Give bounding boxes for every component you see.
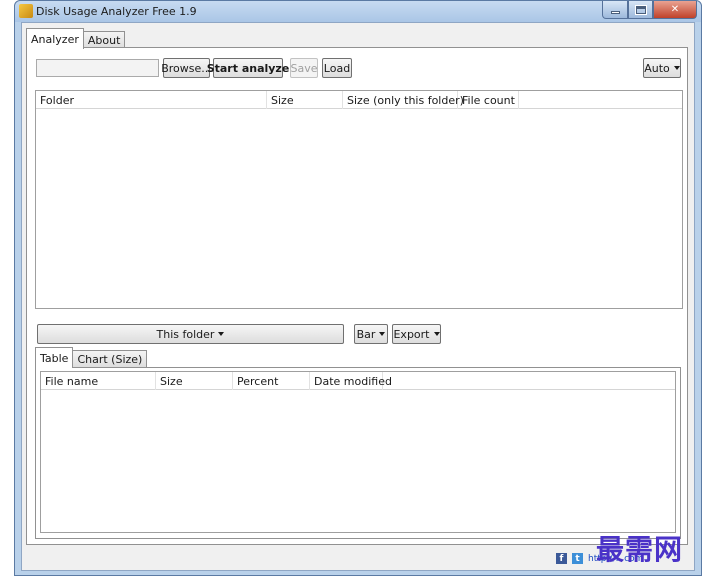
column-date-modified[interactable]: Date modified bbox=[310, 372, 392, 390]
tab-chart-size[interactable]: Chart (Size) bbox=[72, 350, 148, 368]
minimize-icon bbox=[610, 11, 620, 14]
export-label: Export bbox=[393, 327, 430, 341]
facebook-icon[interactable]: f bbox=[556, 553, 567, 564]
folder-table[interactable]: Folder Size Size (only this folder) File… bbox=[35, 90, 683, 309]
load-button[interactable]: Load bbox=[322, 58, 352, 78]
browse-button[interactable]: Browse... bbox=[161, 58, 212, 78]
tab-analyzer[interactable]: Analyzer bbox=[26, 28, 84, 49]
results-tabs: Table Chart (Size) bbox=[35, 347, 148, 368]
minimize-button[interactable] bbox=[602, 1, 628, 19]
auto-label: Auto bbox=[644, 61, 670, 75]
chevron-down-icon bbox=[218, 332, 225, 336]
bar-label: Bar bbox=[356, 327, 376, 341]
analyzer-page: Browse... Start analyze Save Load Auto F… bbox=[26, 47, 688, 545]
app-icon bbox=[19, 4, 33, 18]
status-bar: f t http://...com bbox=[22, 546, 694, 570]
file-table[interactable]: File name Size Percent Date modified bbox=[40, 371, 676, 533]
close-button[interactable]: ✕ bbox=[653, 1, 697, 19]
column-file-name[interactable]: File name bbox=[41, 372, 156, 390]
column-size[interactable]: Size bbox=[267, 91, 343, 109]
column-percent[interactable]: Percent bbox=[233, 372, 310, 390]
client-area: Analyzer About Browse... Start analyze S… bbox=[21, 22, 695, 571]
save-button[interactable]: Save bbox=[290, 58, 318, 78]
export-dropdown[interactable]: Export bbox=[392, 324, 441, 344]
file-table-header: File name Size Percent Date modified bbox=[41, 372, 675, 390]
window-controls: ✕ bbox=[602, 1, 697, 19]
chart-type-dropdown[interactable]: Bar bbox=[354, 324, 388, 344]
column-size-only-folder[interactable]: Size (only this folder) bbox=[343, 91, 464, 109]
column-folder[interactable]: Folder bbox=[36, 91, 267, 109]
start-analyze-button[interactable]: Start analyze bbox=[207, 58, 289, 78]
maximize-button[interactable] bbox=[628, 1, 653, 19]
results-panel: Table Chart (Size) File name Size Percen… bbox=[35, 347, 681, 540]
chevron-down-icon bbox=[379, 332, 386, 336]
path-input[interactable] bbox=[36, 59, 159, 77]
window-title: Disk Usage Analyzer Free 1.9 bbox=[36, 5, 197, 18]
tab-table[interactable]: Table bbox=[35, 347, 74, 368]
title-bar[interactable]: Disk Usage Analyzer Free 1.9 ✕ bbox=[15, 1, 701, 22]
maximize-icon bbox=[634, 4, 647, 15]
auto-dropdown[interactable]: Auto bbox=[643, 58, 681, 78]
twitter-icon[interactable]: t bbox=[572, 553, 583, 564]
main-tabs: Analyzer About bbox=[26, 28, 126, 49]
scope-dropdown[interactable]: This folder bbox=[37, 324, 344, 344]
column-file-count[interactable]: File count bbox=[458, 91, 519, 109]
column-file-size[interactable]: Size bbox=[156, 372, 233, 390]
table-page: File name Size Percent Date modified bbox=[35, 367, 681, 539]
app-window: Disk Usage Analyzer Free 1.9 ✕ Analyzer … bbox=[14, 0, 702, 576]
close-icon: ✕ bbox=[670, 4, 680, 15]
scope-label: This folder bbox=[156, 327, 215, 341]
folder-table-header: Folder Size Size (only this folder) File… bbox=[36, 91, 682, 109]
watermark-text: 最需网 bbox=[596, 533, 684, 566]
chevron-down-icon bbox=[433, 332, 440, 336]
chevron-down-icon bbox=[673, 66, 680, 70]
